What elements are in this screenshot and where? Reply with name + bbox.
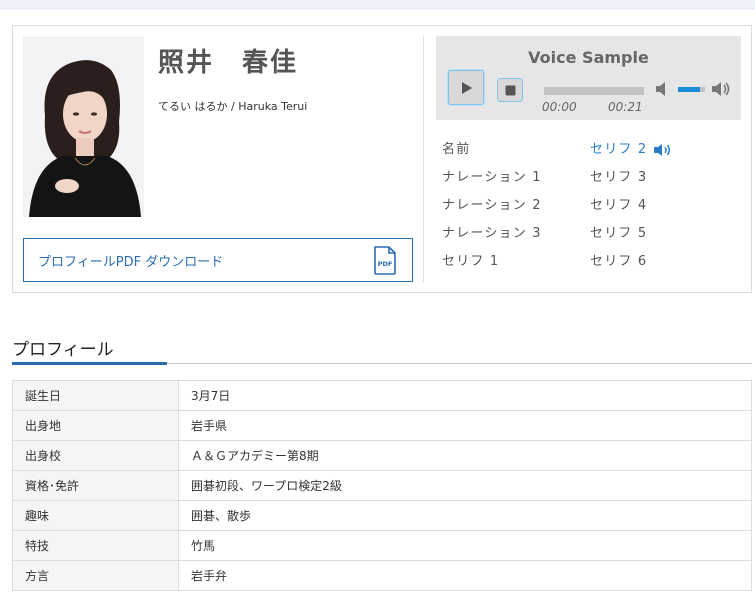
- mute-icon[interactable]: [655, 81, 671, 97]
- speaker-playing-icon: [654, 143, 671, 156]
- row-label: 出身校: [12, 440, 179, 471]
- row-label: 方言: [12, 560, 179, 591]
- table-row: 出身地 岩手県: [12, 410, 752, 441]
- row-value: 岩手弁: [178, 560, 752, 591]
- sample-link-narration-3[interactable]: ナレーション 3: [442, 222, 542, 241]
- table-row: 誕生日 3月7日: [12, 380, 752, 411]
- row-label: 誕生日: [12, 380, 179, 411]
- volume-slider[interactable]: [678, 87, 705, 92]
- row-value: 囲碁、散歩: [178, 500, 752, 531]
- volume-max-icon[interactable]: [711, 80, 731, 98]
- section-title: プロフィール: [12, 340, 114, 360]
- volume-level: [678, 87, 700, 92]
- row-label: 特技: [12, 530, 179, 561]
- profile-photo: [23, 36, 144, 217]
- stop-button[interactable]: [497, 78, 523, 102]
- sample-link-serifu-2-label: セリフ 2: [590, 142, 648, 157]
- duration: 00:21: [608, 100, 643, 114]
- sample-link-serifu-3[interactable]: セリフ 3: [590, 166, 647, 185]
- sample-link-serifu-5[interactable]: セリフ 5: [590, 222, 647, 241]
- portrait-image: [23, 36, 144, 217]
- column-divider: [423, 36, 424, 282]
- top-band: [0, 0, 755, 10]
- pdf-download-label: プロフィールPDF ダウンロード: [38, 254, 224, 270]
- sample-link-name[interactable]: 名前: [442, 138, 470, 157]
- player-title: Voice Sample: [528, 48, 649, 67]
- row-label: 出身地: [12, 410, 179, 441]
- pdf-icon-text: PDF: [378, 260, 393, 268]
- row-value: 岩手県: [178, 410, 752, 441]
- play-button[interactable]: [448, 70, 484, 105]
- row-value: 3月7日: [178, 380, 752, 411]
- profile-table: 誕生日 3月7日 出身地 岩手県 出身校 Ａ＆Ｇアカデミー第8期 資格･免許 囲…: [12, 380, 752, 591]
- performer-reading: てるい はるか / Haruka Terui: [158, 100, 308, 113]
- table-row: 資格･免許 囲碁初段、ワープロ検定2級: [12, 470, 752, 501]
- sample-link-narration-2[interactable]: ナレーション 2: [442, 194, 542, 213]
- table-row: 趣味 囲碁、散歩: [12, 500, 752, 531]
- sample-link-serifu-2[interactable]: セリフ 2: [590, 138, 673, 157]
- section-divider-accent: [12, 362, 167, 365]
- table-row: 出身校 Ａ＆Ｇアカデミー第8期: [12, 440, 752, 471]
- sample-link-narration-1[interactable]: ナレーション 1: [442, 166, 542, 185]
- table-row: 方言 岩手弁: [12, 560, 752, 591]
- audio-player: Voice Sample 00:00 00:21: [436, 36, 741, 120]
- table-row: 特技 竹馬: [12, 530, 752, 561]
- pdf-file-icon: PDF: [374, 246, 396, 275]
- pdf-download-button[interactable]: プロフィールPDF ダウンロード PDF: [23, 238, 413, 282]
- seek-bar[interactable]: [544, 87, 644, 95]
- stop-icon: [505, 85, 515, 95]
- sample-link-serifu-6[interactable]: セリフ 6: [590, 250, 647, 269]
- row-value: 囲碁初段、ワープロ検定2級: [178, 470, 752, 501]
- row-label: 趣味: [12, 500, 179, 531]
- row-label: 資格･免許: [12, 470, 179, 501]
- play-icon: [462, 81, 472, 94]
- sample-link-serifu-1[interactable]: セリフ 1: [442, 250, 499, 269]
- row-value: Ａ＆Ｇアカデミー第8期: [178, 440, 752, 471]
- profile-card: 照井 春佳 てるい はるか / Haruka Terui プロフィールPDF ダ…: [12, 25, 752, 293]
- row-value: 竹馬: [178, 530, 752, 561]
- sample-link-serifu-4[interactable]: セリフ 4: [590, 194, 647, 213]
- current-time: 00:00: [542, 100, 577, 114]
- performer-name: 照井 春佳: [158, 48, 299, 78]
